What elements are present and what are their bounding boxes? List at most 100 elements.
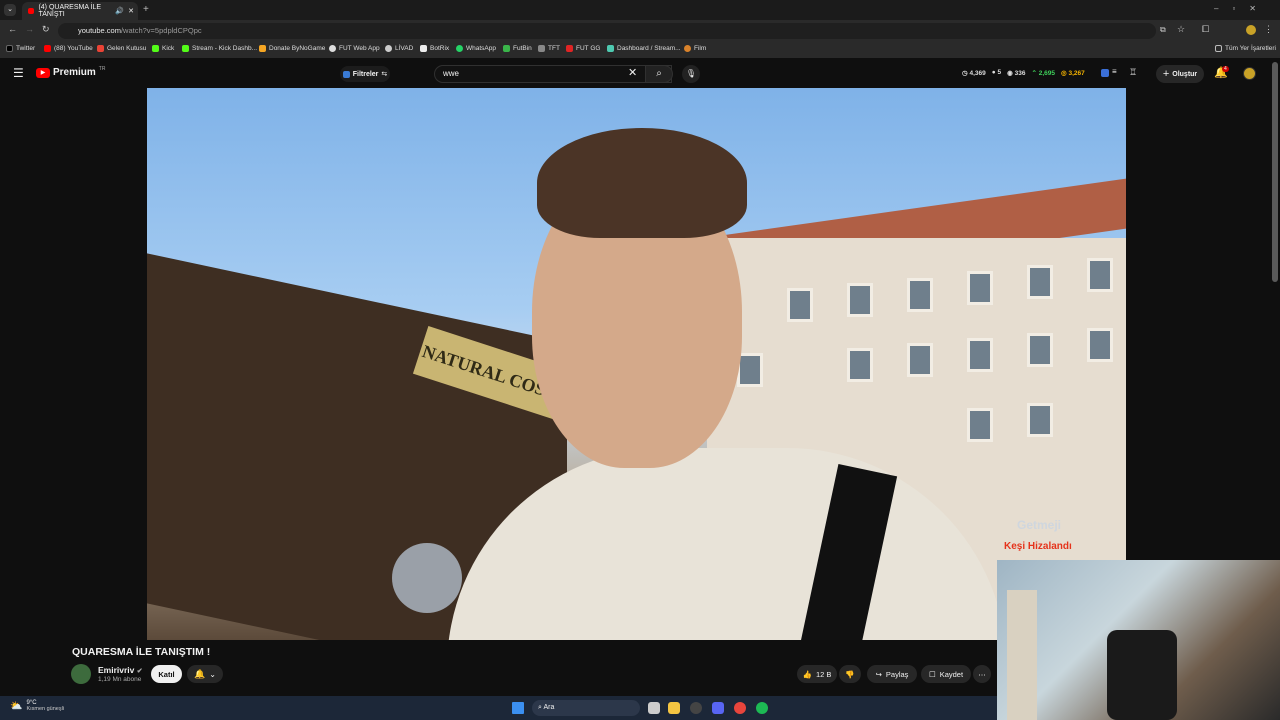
spotify-icon[interactable] (756, 702, 768, 714)
new-tab-button[interactable]: + (143, 4, 149, 15)
extensions-icon[interactable]: ⧠ (1202, 24, 1209, 35)
bookmark-youtube[interactable]: (88) YouTube (44, 45, 93, 52)
bookmark-whatsapp[interactable]: WhatsApp (456, 45, 496, 52)
search-button[interactable]: ⌕ (645, 65, 673, 83)
bell-icon: 🔔 (194, 668, 206, 679)
bookmark-tft[interactable]: TFT (538, 45, 560, 52)
sliders-icon: ⇆ (381, 71, 388, 78)
tft-icon (538, 45, 545, 52)
channel-avatar-small[interactable] (71, 664, 91, 684)
notification-count-badge: 4 (1222, 66, 1229, 72)
profile-avatar[interactable] (1246, 25, 1256, 35)
search-icon: ⌕ (538, 704, 542, 711)
tab-close-icon[interactable]: ✕ (128, 7, 134, 15)
tab-list-button[interactable]: ⌄ (4, 4, 16, 16)
partly-sunny-icon: ⛅ (10, 700, 23, 712)
window-controls[interactable]: –▫✕ (1214, 4, 1270, 13)
bookmark-kick-dashboard[interactable]: Stream - Kick Dashb... (182, 45, 257, 52)
youtube-favicon-icon (28, 8, 35, 14)
bynogame-icon (259, 45, 266, 52)
thumbs-down-icon: 👎 (845, 669, 855, 679)
window (967, 338, 993, 372)
more-horizontal-icon: ⋯ (978, 669, 986, 679)
all-bookmarks[interactable]: Tüm Yer İşaretleri (1215, 45, 1276, 52)
webcam-door (1007, 590, 1037, 720)
bookmark-twitter[interactable]: Twitter (6, 45, 35, 52)
dislike-button[interactable]: 👎 (839, 665, 861, 683)
back-icon[interactable]: ← (8, 24, 17, 34)
channel-name[interactable]: Emirivriv ✔ (98, 665, 143, 675)
clear-search-icon[interactable]: ✕ (628, 66, 637, 79)
extension-blue-icon[interactable] (1101, 69, 1109, 77)
thumbs-up-icon: 👍 (802, 669, 812, 679)
bookmark-dashboard[interactable]: Dashboard / Stream... (607, 45, 681, 52)
join-button[interactable]: Katıl (151, 665, 182, 683)
create-button[interactable]: + Oluştur (1156, 65, 1204, 83)
video-player[interactable]: NATURAL COSM (147, 88, 1126, 640)
voice-search-button[interactable]: 🎙 (682, 65, 700, 83)
windows-taskbar: ⛅ 9°C Kısmen güneşli ⌕ Ara (0, 696, 997, 720)
tab-audio-icon[interactable]: 🔊 (115, 7, 124, 15)
chevron-down-icon: ⌄ (209, 669, 216, 679)
window (1027, 403, 1053, 437)
futbin-icon (503, 45, 510, 52)
bookmark-fut-web-app[interactable]: FUT Web App (329, 45, 380, 52)
chrome-icon[interactable] (734, 702, 746, 714)
page-scrollbar[interactable] (1272, 62, 1278, 282)
subscribed-notifications-button[interactable]: 🔔 ⌄ (187, 665, 223, 683)
person-hair (537, 128, 747, 238)
hamburger-menu-icon[interactable]: ☰ (13, 66, 24, 80)
stat-three: ◉ 336 (1007, 70, 1026, 77)
premium-country-badge: TR (98, 65, 106, 72)
tab-active[interactable]: (4) QUARESMA İLE TANIŞTI 🔊 ✕ (22, 2, 138, 20)
windows-start-icon[interactable] (512, 702, 524, 714)
save-button[interactable]: ☐ Kaydet (921, 665, 971, 683)
share-button[interactable]: ↪ Paylaş (867, 665, 917, 683)
microphone-icon: 🎙 (685, 69, 697, 78)
menu-kebab-icon[interactable]: ⋮ (1264, 24, 1273, 35)
file-explorer-icon[interactable] (668, 702, 680, 714)
url-path: /watch?v=5pdpldCPQpc (120, 26, 202, 35)
youtube-header: ☰ ▶ Premium TR Filtreler ⇆ wwe ✕ ⌕ 🎙 ◷ 4… (0, 58, 1280, 88)
kick-icon (152, 45, 159, 52)
trophy-icon[interactable]: ♖ (1129, 67, 1137, 78)
url-host: youtube.com (78, 26, 121, 35)
reload-icon[interactable]: ↻ (42, 24, 50, 35)
channel-avatar[interactable] (1243, 67, 1256, 80)
like-button[interactable]: 👍 12 B (797, 665, 837, 683)
browser-tab-strip: ⌄ (4) QUARESMA İLE TANIŞTI 🔊 ✕ + –▫✕ (0, 0, 1280, 20)
x-icon (6, 45, 13, 52)
youtube-premium-logo[interactable]: ▶ Premium TR (36, 65, 106, 78)
address-bar[interactable]: youtube.com/watch?v=5pdpldCPQpc (58, 23, 1156, 39)
forward-icon[interactable]: → (25, 24, 34, 34)
weather-widget[interactable]: ⛅ 9°C Kısmen güneşli (10, 700, 64, 712)
taskbar-search[interactable]: ⌕ Ara (532, 700, 640, 716)
plus-icon: + (1162, 68, 1170, 80)
more-actions-button[interactable]: ⋯ (973, 665, 991, 683)
bookmark-bynogame[interactable]: Donate ByNoGame (259, 45, 325, 52)
filters-button[interactable]: Filtreler ⇆ (340, 66, 390, 82)
task-view-icon[interactable] (648, 702, 660, 714)
webcam-chair (1107, 630, 1177, 720)
window (907, 278, 933, 312)
bookmark-botrix[interactable]: BotRix (420, 45, 449, 52)
bookmark-kick[interactable]: Kick (152, 45, 174, 52)
bookmark-gmail[interactable]: Gelen Kutusu (97, 45, 146, 52)
list-icon[interactable]: ≡ (1112, 67, 1117, 76)
discord-icon[interactable] (712, 702, 724, 714)
youtube-icon (44, 45, 51, 52)
bookmark-star-icon[interactable]: ☆ (1177, 24, 1185, 35)
stat-gold: ◎ 3,267 (1061, 70, 1085, 77)
window (1027, 265, 1053, 299)
bookmark-livad[interactable]: LİVAD (385, 45, 413, 52)
bookmark-film[interactable]: Film (684, 45, 706, 52)
dashboard-icon (607, 45, 614, 52)
extension-stats[interactable]: ◷ 4,369 ● 5 ◉ 336 ⌃ 2,695 ◎ 3,267 (962, 69, 1085, 77)
bookmark-fut-gg[interactable]: FUT GG (566, 45, 600, 52)
subscriber-count: 1,19 Mn abone (98, 676, 142, 683)
window (847, 348, 873, 382)
obs-icon[interactable] (690, 702, 702, 714)
install-icon[interactable]: ⧉ (1160, 25, 1166, 35)
window (737, 353, 763, 387)
bookmark-futbin[interactable]: FutBin (503, 45, 532, 52)
